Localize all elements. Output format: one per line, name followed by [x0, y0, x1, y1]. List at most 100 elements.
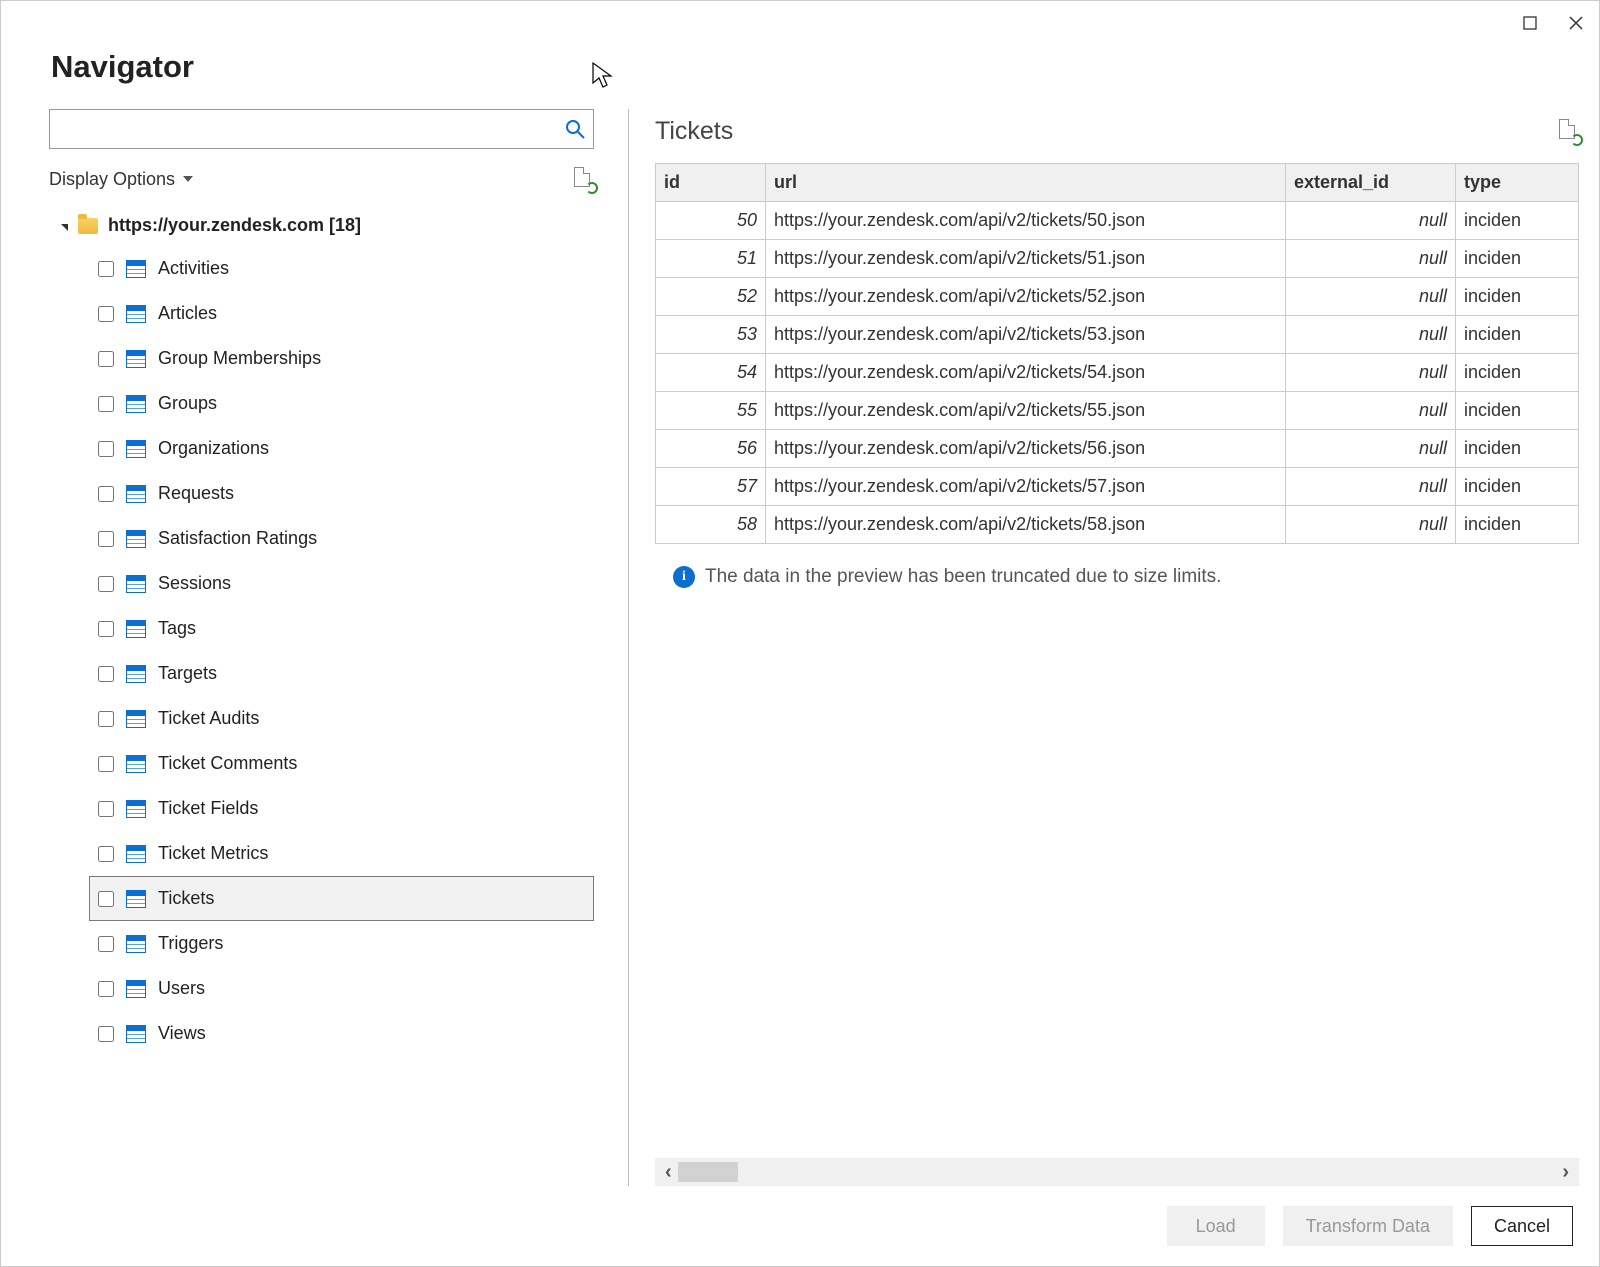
table-icon: [126, 620, 146, 638]
tree-item[interactable]: Sessions: [89, 561, 594, 606]
tree-item[interactable]: Triggers: [89, 921, 594, 966]
tree-item[interactable]: Articles: [89, 291, 594, 336]
table-icon: [126, 800, 146, 818]
tree-item[interactable]: Targets: [89, 651, 594, 696]
scroll-left-icon[interactable]: ‹: [665, 1161, 672, 1184]
window-close-button[interactable]: [1553, 1, 1599, 45]
tree-item-checkbox[interactable]: [98, 756, 114, 772]
column-header[interactable]: url: [766, 164, 1286, 202]
table-icon: [126, 710, 146, 728]
preview-table: idurlexternal_idtype 50https://your.zend…: [655, 163, 1579, 544]
tree-item-checkbox[interactable]: [98, 1026, 114, 1042]
folder-icon: [78, 218, 98, 234]
navigator-window: Navigator Display Options: [0, 0, 1600, 1267]
tree-item-label: Organizations: [158, 438, 269, 459]
tree-item-checkbox[interactable]: [98, 711, 114, 727]
tree-item-label: Ticket Metrics: [158, 843, 268, 864]
tree-root[interactable]: https://your.zendesk.com [18]: [61, 215, 594, 236]
table-icon: [126, 485, 146, 503]
tree-item-label: Triggers: [158, 933, 223, 954]
tree-item[interactable]: Ticket Metrics: [89, 831, 594, 876]
tree-item-label: Requests: [158, 483, 234, 504]
table-icon: [126, 350, 146, 368]
window-maximize-button[interactable]: [1507, 1, 1553, 45]
tree-item[interactable]: Organizations: [89, 426, 594, 471]
table-row[interactable]: 53https://your.zendesk.com/api/v2/ticket…: [656, 316, 1579, 354]
cell-external-id: null: [1286, 506, 1456, 544]
tree-item[interactable]: Ticket Fields: [89, 786, 594, 831]
tree-item[interactable]: Ticket Comments: [89, 741, 594, 786]
tree-item-checkbox[interactable]: [98, 306, 114, 322]
tree-item-label: Views: [158, 1023, 206, 1044]
preview-title: Tickets: [655, 117, 733, 146]
table-row[interactable]: 56https://your.zendesk.com/api/v2/ticket…: [656, 430, 1579, 468]
cell-external-id: null: [1286, 278, 1456, 316]
scroll-right-icon[interactable]: ›: [1562, 1161, 1569, 1184]
column-header[interactable]: id: [656, 164, 766, 202]
tree-item-checkbox[interactable]: [98, 396, 114, 412]
tree-item[interactable]: Requests: [89, 471, 594, 516]
cell-id: 55: [656, 392, 766, 430]
table-row[interactable]: 52https://your.zendesk.com/api/v2/ticket…: [656, 278, 1579, 316]
tree-item-checkbox[interactable]: [98, 936, 114, 952]
tree-item-checkbox[interactable]: [98, 351, 114, 367]
tree-item-checkbox[interactable]: [98, 846, 114, 862]
table-row[interactable]: 58https://your.zendesk.com/api/v2/ticket…: [656, 506, 1579, 544]
refresh-preview-button[interactable]: [574, 167, 594, 191]
tree-item-checkbox[interactable]: [98, 486, 114, 502]
tree-item-checkbox[interactable]: [98, 891, 114, 907]
table-icon: [126, 305, 146, 323]
column-header[interactable]: external_id: [1286, 164, 1456, 202]
tree-item[interactable]: Tickets: [89, 876, 594, 921]
tree-item[interactable]: Group Memberships: [89, 336, 594, 381]
tree-item-checkbox[interactable]: [98, 666, 114, 682]
cancel-button[interactable]: Cancel: [1471, 1206, 1573, 1246]
tree-item-label: Articles: [158, 303, 217, 324]
tree-item[interactable]: Satisfaction Ratings: [89, 516, 594, 561]
navigator-tree: https://your.zendesk.com [18] Activities…: [49, 209, 594, 1186]
tree-item-label: Ticket Audits: [158, 708, 259, 729]
cell-external-id: null: [1286, 430, 1456, 468]
tree-item[interactable]: Users: [89, 966, 594, 1011]
table-row[interactable]: 57https://your.zendesk.com/api/v2/ticket…: [656, 468, 1579, 506]
cell-external-id: null: [1286, 202, 1456, 240]
transform-data-button[interactable]: Transform Data: [1283, 1206, 1453, 1246]
tree-item[interactable]: Tags: [89, 606, 594, 651]
tree-item-checkbox[interactable]: [98, 621, 114, 637]
load-button[interactable]: Load: [1167, 1206, 1265, 1246]
scroll-track[interactable]: [672, 1162, 1563, 1182]
table-row[interactable]: 50https://your.zendesk.com/api/v2/ticket…: [656, 202, 1579, 240]
table-icon: [126, 665, 146, 683]
search-icon[interactable]: [564, 118, 586, 143]
cell-id: 54: [656, 354, 766, 392]
footer: Load Transform Data Cancel: [1, 1186, 1599, 1266]
table-row[interactable]: 54https://your.zendesk.com/api/v2/ticket…: [656, 354, 1579, 392]
preview-pane: Tickets idurlexternal_idtype 50https://y…: [629, 109, 1599, 1186]
chevron-down-icon: [183, 176, 193, 182]
column-header[interactable]: type: [1456, 164, 1579, 202]
search-input[interactable]: [49, 109, 594, 149]
tree-item-checkbox[interactable]: [98, 531, 114, 547]
tree-item-checkbox[interactable]: [98, 441, 114, 457]
tree-item[interactable]: Views: [89, 1011, 594, 1056]
cell-external-id: null: [1286, 354, 1456, 392]
preview-refresh-button[interactable]: [1559, 119, 1579, 143]
tree-item-checkbox[interactable]: [98, 981, 114, 997]
scroll-thumb[interactable]: [678, 1162, 738, 1182]
tree-item-checkbox[interactable]: [98, 801, 114, 817]
tree-item[interactable]: Groups: [89, 381, 594, 426]
tree-item[interactable]: Activities: [89, 246, 594, 291]
table-row[interactable]: 55https://your.zendesk.com/api/v2/ticket…: [656, 392, 1579, 430]
tree-item-checkbox[interactable]: [98, 261, 114, 277]
horizontal-scrollbar[interactable]: ‹ ›: [655, 1158, 1579, 1186]
display-options-dropdown[interactable]: Display Options: [49, 169, 193, 190]
tree-item[interactable]: Ticket Audits: [89, 696, 594, 741]
tree-item-label: Groups: [158, 393, 217, 414]
cell-type: inciden: [1456, 506, 1579, 544]
cell-url: https://your.zendesk.com/api/v2/tickets/…: [766, 506, 1286, 544]
tree-item-checkbox[interactable]: [98, 576, 114, 592]
table-row[interactable]: 51https://your.zendesk.com/api/v2/ticket…: [656, 240, 1579, 278]
close-icon: [1569, 16, 1583, 30]
cell-external-id: null: [1286, 316, 1456, 354]
cell-type: inciden: [1456, 430, 1579, 468]
